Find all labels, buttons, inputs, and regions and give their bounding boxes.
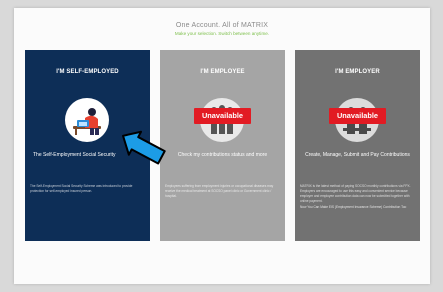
unavailable-badge: Unavailable <box>329 108 386 124</box>
eis-contribution-link[interactable]: Now You Can Make EIS (Employment Insuran… <box>300 205 415 210</box>
card-description: The Self-Employment Social Security Sche… <box>30 184 133 193</box>
card-description: Employees suffering from employment inju… <box>165 184 274 198</box>
page-title: One Account. All of MATRIX <box>175 22 269 29</box>
self-employed-person-icon <box>65 98 109 142</box>
employer-card[interactable]: I'M EMPLOYER Unavailable Create, Manage,… <box>295 50 420 241</box>
card-heading: I'M EMPLOYER <box>335 69 380 75</box>
employee-card[interactable]: I'M EMPLOYEE Unavailable Check my contri… <box>160 50 285 241</box>
card-title: Check my contributions status and more <box>177 152 268 158</box>
card-description-text: MATRIX is the latest method of paying SO… <box>300 184 411 203</box>
card-title: Create, Manage, Submit and Pay Contribut… <box>305 152 410 158</box>
pointer-arrow-icon <box>122 130 166 165</box>
card-heading: I'M EMPLOYEE <box>200 69 245 75</box>
card-heading: I'M SELF-EMPLOYED <box>56 69 119 75</box>
page-subtitle: Make your selection. Switch between anyt… <box>174 31 270 36</box>
card-description: MATRIX is the latest method of paying SO… <box>300 184 415 210</box>
unavailable-badge: Unavailable <box>194 108 251 124</box>
